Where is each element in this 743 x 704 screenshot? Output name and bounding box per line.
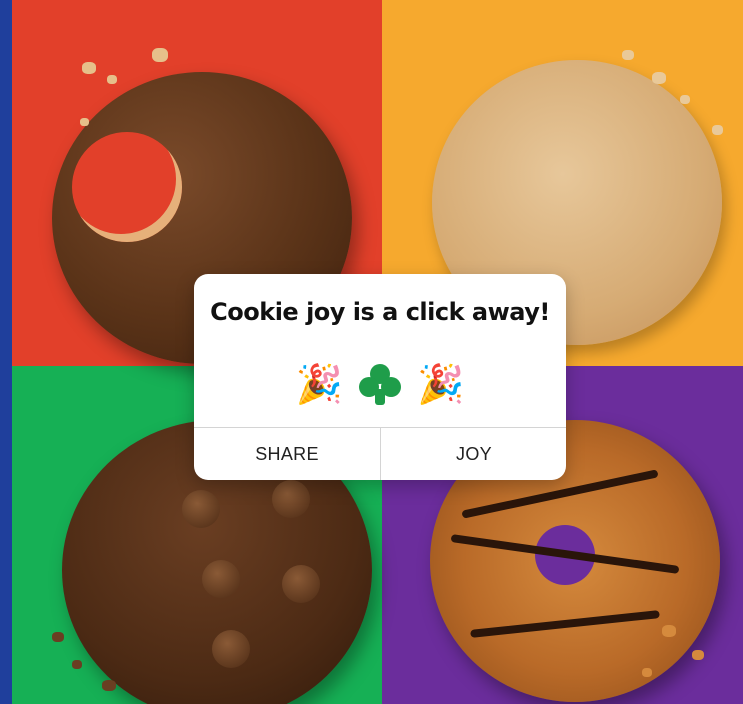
crumb xyxy=(712,125,723,135)
crumb xyxy=(652,72,666,84)
crumb xyxy=(80,118,89,126)
crumb xyxy=(662,625,676,637)
cookie-bite xyxy=(72,132,182,242)
dialog-icons-row: 🎉 🎉 xyxy=(194,360,566,408)
joy-button[interactable]: JOY xyxy=(381,428,566,480)
cookie-bump xyxy=(182,490,220,528)
crumb xyxy=(52,632,64,642)
share-dialog: Cookie joy is a click away! 🎉 🎉 SHARE JO… xyxy=(194,274,566,480)
trefoil-icon xyxy=(359,364,401,405)
party-popper-icon: 🎉 xyxy=(295,362,343,406)
dialog-title: Cookie joy is a click away! xyxy=(210,298,550,326)
share-button[interactable]: SHARE xyxy=(194,428,380,480)
crumb xyxy=(622,50,634,60)
crumb xyxy=(107,75,117,84)
cookie-bump xyxy=(212,630,250,668)
cookie-bump xyxy=(282,565,320,603)
crumb xyxy=(82,62,96,74)
crumb xyxy=(642,668,652,677)
cookie-bump xyxy=(272,480,310,518)
chocolate-drizzle xyxy=(470,610,660,638)
party-popper-icon: 🎉 xyxy=(417,362,465,406)
crumb xyxy=(72,660,82,669)
crumb xyxy=(692,650,704,660)
crumb xyxy=(152,48,168,62)
crumb xyxy=(102,680,116,691)
crumb xyxy=(680,95,690,104)
cookie-bump xyxy=(202,560,240,598)
